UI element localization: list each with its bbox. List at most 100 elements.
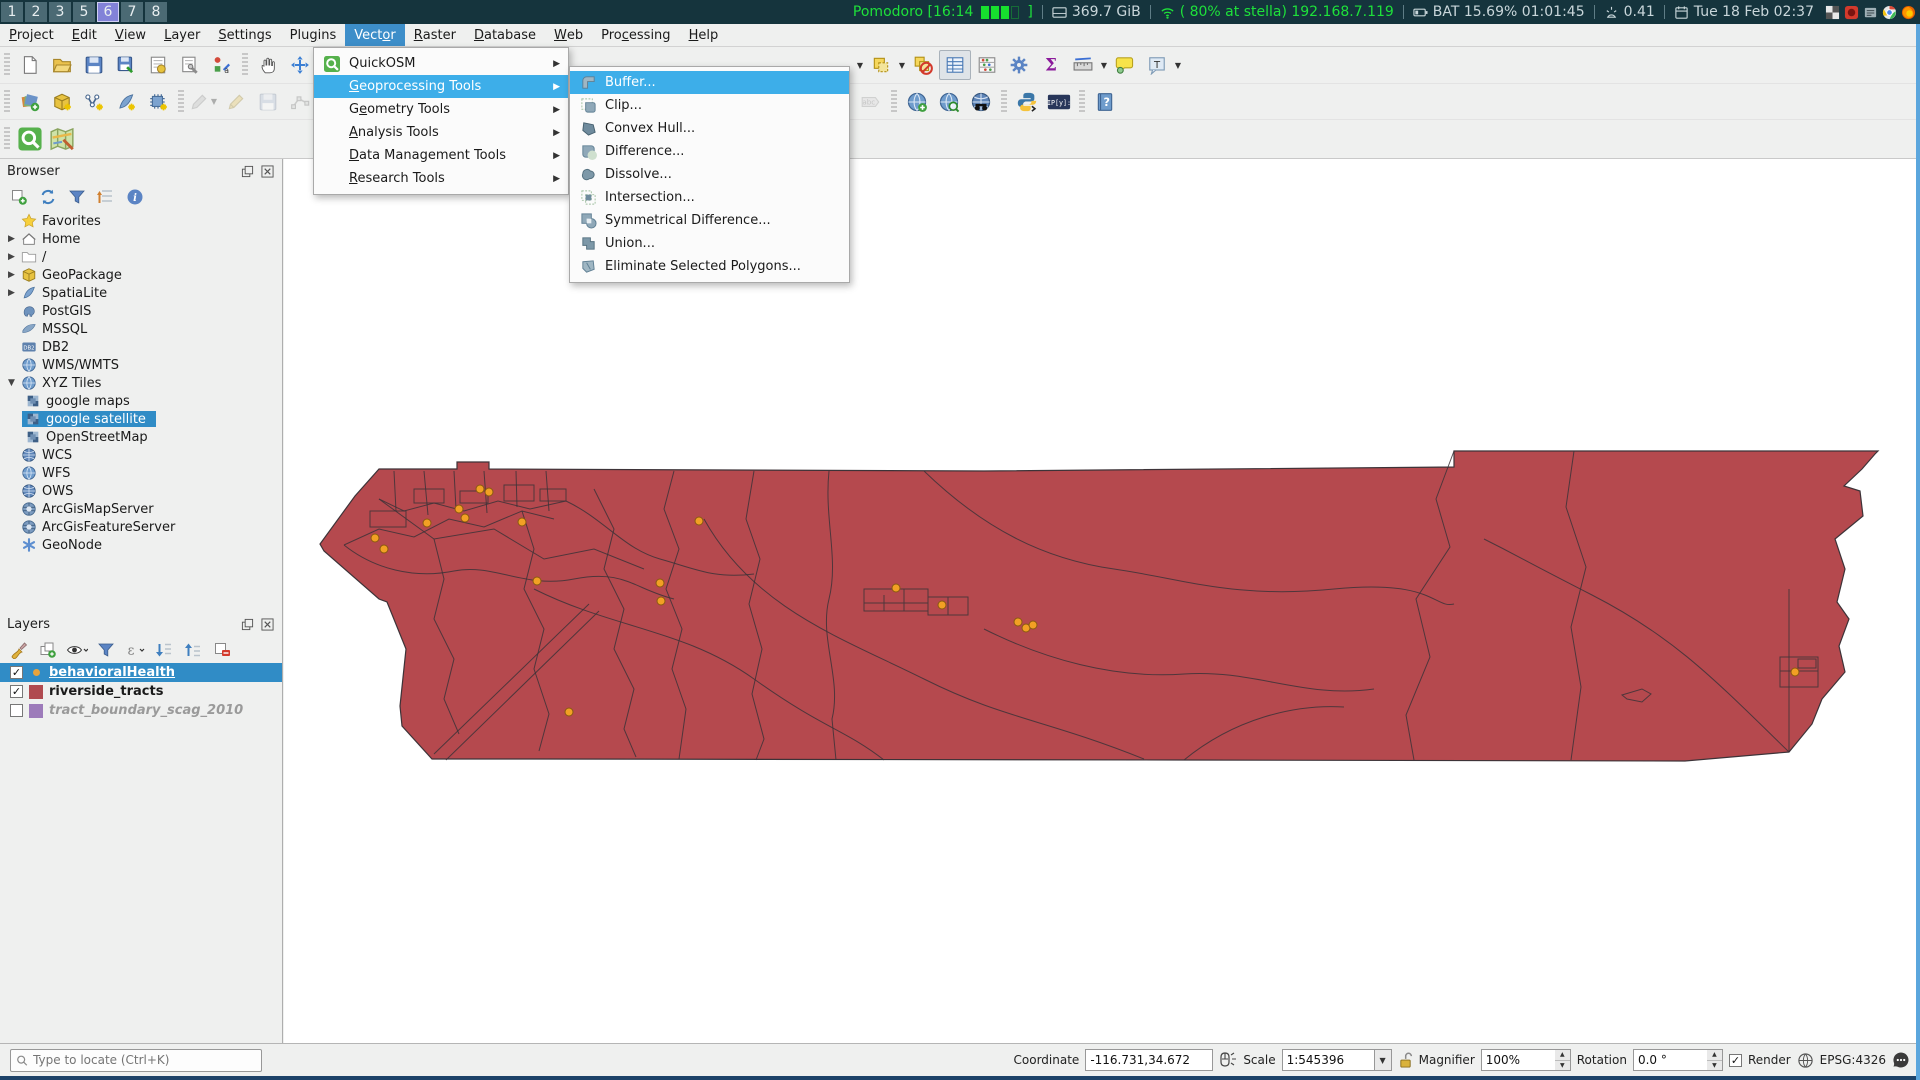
layer-labeling-button[interactable]: abc [855,87,887,117]
metasearch-add-button[interactable] [901,87,933,117]
workspace-6-active[interactable]: 6 [97,2,119,22]
workspace-7[interactable]: 7 [121,2,143,22]
toolbar-handle[interactable] [891,90,897,114]
select-features-button[interactable] [865,50,897,80]
layer-row-tract-boundary[interactable]: tract_boundary_scag_2010 [0,701,282,720]
save-layer-edits-button[interactable] [252,87,284,117]
locator-input[interactable] [33,1053,256,1067]
menu-item-geometry-tools[interactable]: Geometry Tools ▶ [314,98,568,121]
toolbar-handle[interactable] [4,90,10,114]
menu-item-intersection[interactable]: Intersection... [570,186,849,209]
browser-item-wcs[interactable]: WCS [0,446,282,464]
map-canvas[interactable] [284,159,1920,1043]
help-contents-button[interactable]: ? [1089,87,1121,117]
layer-row-riverside-tracts[interactable]: ✓ riverside_tracts [0,682,282,701]
menu-item-quickosm[interactable]: QuickOSM ▶ [314,52,568,75]
processing-toolbox-button[interactable] [1003,50,1035,80]
quickosm-button[interactable] [14,124,46,154]
current-edits-button[interactable]: ▼ [188,87,220,117]
metasearch-button[interactable] [965,87,997,117]
ipython-console-button[interactable]: IP[y]: [1043,87,1075,117]
measure-line-button[interactable] [1067,50,1099,80]
workspace-3[interactable]: 3 [49,2,71,22]
toolbar-handle[interactable] [4,53,10,77]
browser-item-google-satellite[interactable]: google satellite [0,410,282,428]
epsg-status[interactable]: EPSG:4326 [1820,1053,1886,1067]
open-layer-styling-button[interactable] [8,639,30,661]
osm-place-search-button[interactable] [46,124,78,154]
layers-close-button[interactable] [260,617,275,632]
map-tips-button[interactable] [1109,50,1141,80]
menu-item-convex-hull[interactable]: Convex Hull... [570,117,849,140]
menu-item-geoprocessing-tools[interactable]: Geoprocessing Tools ▶ [314,75,568,98]
layer-checkbox[interactable]: ✓ [10,666,23,679]
browser-item-home[interactable]: ▶Home [0,230,282,248]
magnifier-spin-arrows[interactable]: ▲▼ [1555,1049,1571,1071]
menu-project[interactable]: Project [0,24,63,46]
menu-web[interactable]: Web [545,24,592,46]
pan-map-button[interactable] [252,50,284,80]
workspace-8[interactable]: 8 [145,2,167,22]
menu-settings[interactable]: Settings [209,24,280,46]
browser-item-mssql[interactable]: MSSQL [0,320,282,338]
filter-legend-button[interactable] [95,639,117,661]
browser-item-geonode[interactable]: GeoNode [0,536,282,554]
layer-row-behavioralhealth[interactable]: ✓ behavioralHealth [0,663,282,682]
menu-item-analysis-tools[interactable]: Analysis Tools ▶ [314,121,568,144]
menu-item-buffer[interactable]: Buffer... [570,71,849,94]
open-project-button[interactable] [46,50,78,80]
dropbox-icon[interactable] [1825,5,1840,20]
rotation-input[interactable] [1638,1053,1703,1067]
toolbar-handle[interactable] [4,127,10,151]
filter-by-expression-button[interactable]: ε [124,639,146,661]
rotation-spinbox[interactable]: ▲▼ [1633,1049,1723,1071]
layers-float-button[interactable] [240,617,255,632]
browser-red-icon[interactable] [1844,5,1859,20]
python-console-button[interactable] [1011,87,1043,117]
show-statistics-button[interactable]: Σ [1035,50,1067,80]
menu-processing[interactable]: Processing [592,24,679,46]
select-dropdown-caret-icon[interactable]: ▼ [855,61,865,70]
workspace-1[interactable]: 1 [1,2,23,22]
pan-to-selection-button[interactable] [284,50,316,80]
toolbar-handle[interactable] [242,53,248,77]
expand-all-button[interactable] [153,639,175,661]
new-project-button[interactable] [14,50,46,80]
menu-raster[interactable]: Raster [405,24,465,46]
browser-close-button[interactable] [260,164,275,179]
save-project-button[interactable] [78,50,110,80]
menu-item-union[interactable]: Union... [570,232,849,255]
annotation-caret-icon[interactable]: ▼ [1173,61,1183,70]
browser-filter-button[interactable] [66,186,88,208]
menu-item-dissolve[interactable]: Dissolve... [570,163,849,186]
menu-item-data-management-tools[interactable]: Data Management Tools ▶ [314,144,568,167]
input-method-icon[interactable] [1863,5,1878,20]
firefox-icon[interactable] [1901,5,1916,20]
crs-globe-icon[interactable] [1797,1052,1814,1069]
browser-item-db2[interactable]: DB2 [0,338,282,356]
remove-layer-button[interactable] [211,639,233,661]
menu-item-clip[interactable]: Clip... [570,94,849,117]
layer-checkbox[interactable] [10,704,23,717]
extents-toggle-icon[interactable] [1219,1051,1237,1069]
toolbar-handle[interactable] [178,90,184,114]
render-checkbox[interactable]: ✓ [1729,1054,1742,1067]
coordinate-field[interactable] [1085,1049,1213,1071]
messages-icon[interactable] [1892,1051,1910,1069]
add-group-button[interactable] [37,639,59,661]
text-annotation-button[interactable]: T [1141,50,1173,80]
collapse-all-button[interactable] [182,639,204,661]
lock-icon[interactable] [1398,1052,1413,1069]
manage-map-themes-button[interactable] [66,639,88,661]
new-spatialite-layer-button[interactable] [110,87,142,117]
metasearch-search-button[interactable] [933,87,965,117]
magnifier-spinbox[interactable]: ▲▼ [1481,1049,1571,1071]
style-manager-button[interactable]: a [206,50,238,80]
browser-refresh-button[interactable] [37,186,59,208]
menu-item-eliminate-selected-polygons[interactable]: Eliminate Selected Polygons... [570,255,849,278]
new-geopackage-layer-button[interactable] [46,87,78,117]
toggle-editing-button[interactable] [220,87,252,117]
select-caret-icon[interactable]: ▼ [897,61,907,70]
scale-dropdown-caret-icon[interactable]: ▼ [1374,1049,1392,1071]
measure-caret-icon[interactable]: ▼ [1099,61,1109,70]
